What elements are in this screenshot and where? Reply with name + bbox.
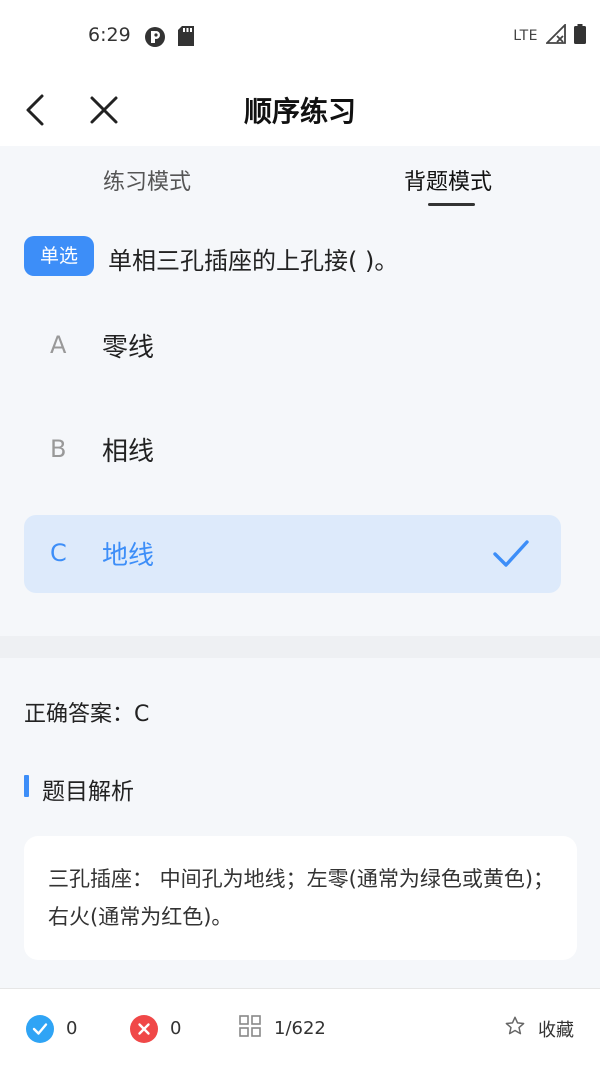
option-text: 相线 <box>102 437 155 467</box>
option-text: 零线 <box>102 333 155 363</box>
option-letter: B <box>50 435 67 463</box>
option-c[interactable]: C 地线 <box>24 515 561 593</box>
bottom-bar: 0 0 1/622 收藏 <box>0 988 600 1067</box>
analysis-title: 题目解析 <box>42 779 134 805</box>
app-notification-icon <box>144 26 166 52</box>
question-progress[interactable]: 1/622 <box>238 989 326 1067</box>
checkmark-icon <box>491 537 531 571</box>
analysis-accent-bar <box>24 775 29 797</box>
mode-tabs: 练习模式 背题模式 <box>0 146 600 214</box>
correct-counter[interactable]: 0 <box>26 989 77 1067</box>
question-type-badge: 单选 <box>24 236 94 276</box>
wrong-x-icon <box>130 1014 158 1043</box>
analysis-card: 三孔插座： 中间孔为地线；左零(通常为绿色或黄色)；右火(通常为红色)。 <box>24 836 577 960</box>
network-type: LTE <box>513 28 538 44</box>
option-letter: C <box>50 539 67 567</box>
nav-bar: 顺序练习 <box>0 72 600 146</box>
option-text: 地线 <box>102 541 155 571</box>
grid-icon <box>238 1014 262 1043</box>
option-a[interactable]: A 零线 <box>24 307 561 385</box>
question-text: 单相三孔插座的上孔接( )。 <box>108 247 399 275</box>
status-right: LTE <box>513 22 586 48</box>
section-divider <box>0 636 600 658</box>
status-bar: 6:29 LTE <box>0 0 600 72</box>
correct-answer: 正确答案：C <box>24 702 150 727</box>
tab-practice-mode[interactable]: 练习模式 <box>103 164 191 196</box>
status-time: 6:29 <box>88 24 131 46</box>
tab-memorize-mode[interactable]: 背题模式 <box>404 164 492 196</box>
battery-icon <box>574 24 586 48</box>
option-b[interactable]: B 相线 <box>24 411 561 489</box>
favorite-button[interactable]: 收藏 <box>504 989 574 1067</box>
signal-icon <box>544 22 566 48</box>
option-letter: A <box>50 331 67 359</box>
correct-check-icon <box>26 1014 54 1043</box>
star-icon <box>504 1015 526 1042</box>
progress-text: 1/622 <box>274 1018 326 1039</box>
wrong-counter[interactable]: 0 <box>130 989 181 1067</box>
page-title: 顺序练习 <box>243 95 356 128</box>
wrong-count: 0 <box>170 1018 182 1039</box>
question: 单选 单相三孔插座的上孔接( )。 <box>24 236 584 278</box>
sd-card-icon <box>178 26 194 50</box>
correct-count: 0 <box>66 1018 78 1039</box>
active-tab-indicator <box>428 203 475 206</box>
analysis-text: 三孔插座： 中间孔为地线；左零(通常为绿色或黄色)；右火(通常为红色)。 <box>48 867 555 929</box>
favorite-label: 收藏 <box>538 1019 574 1041</box>
